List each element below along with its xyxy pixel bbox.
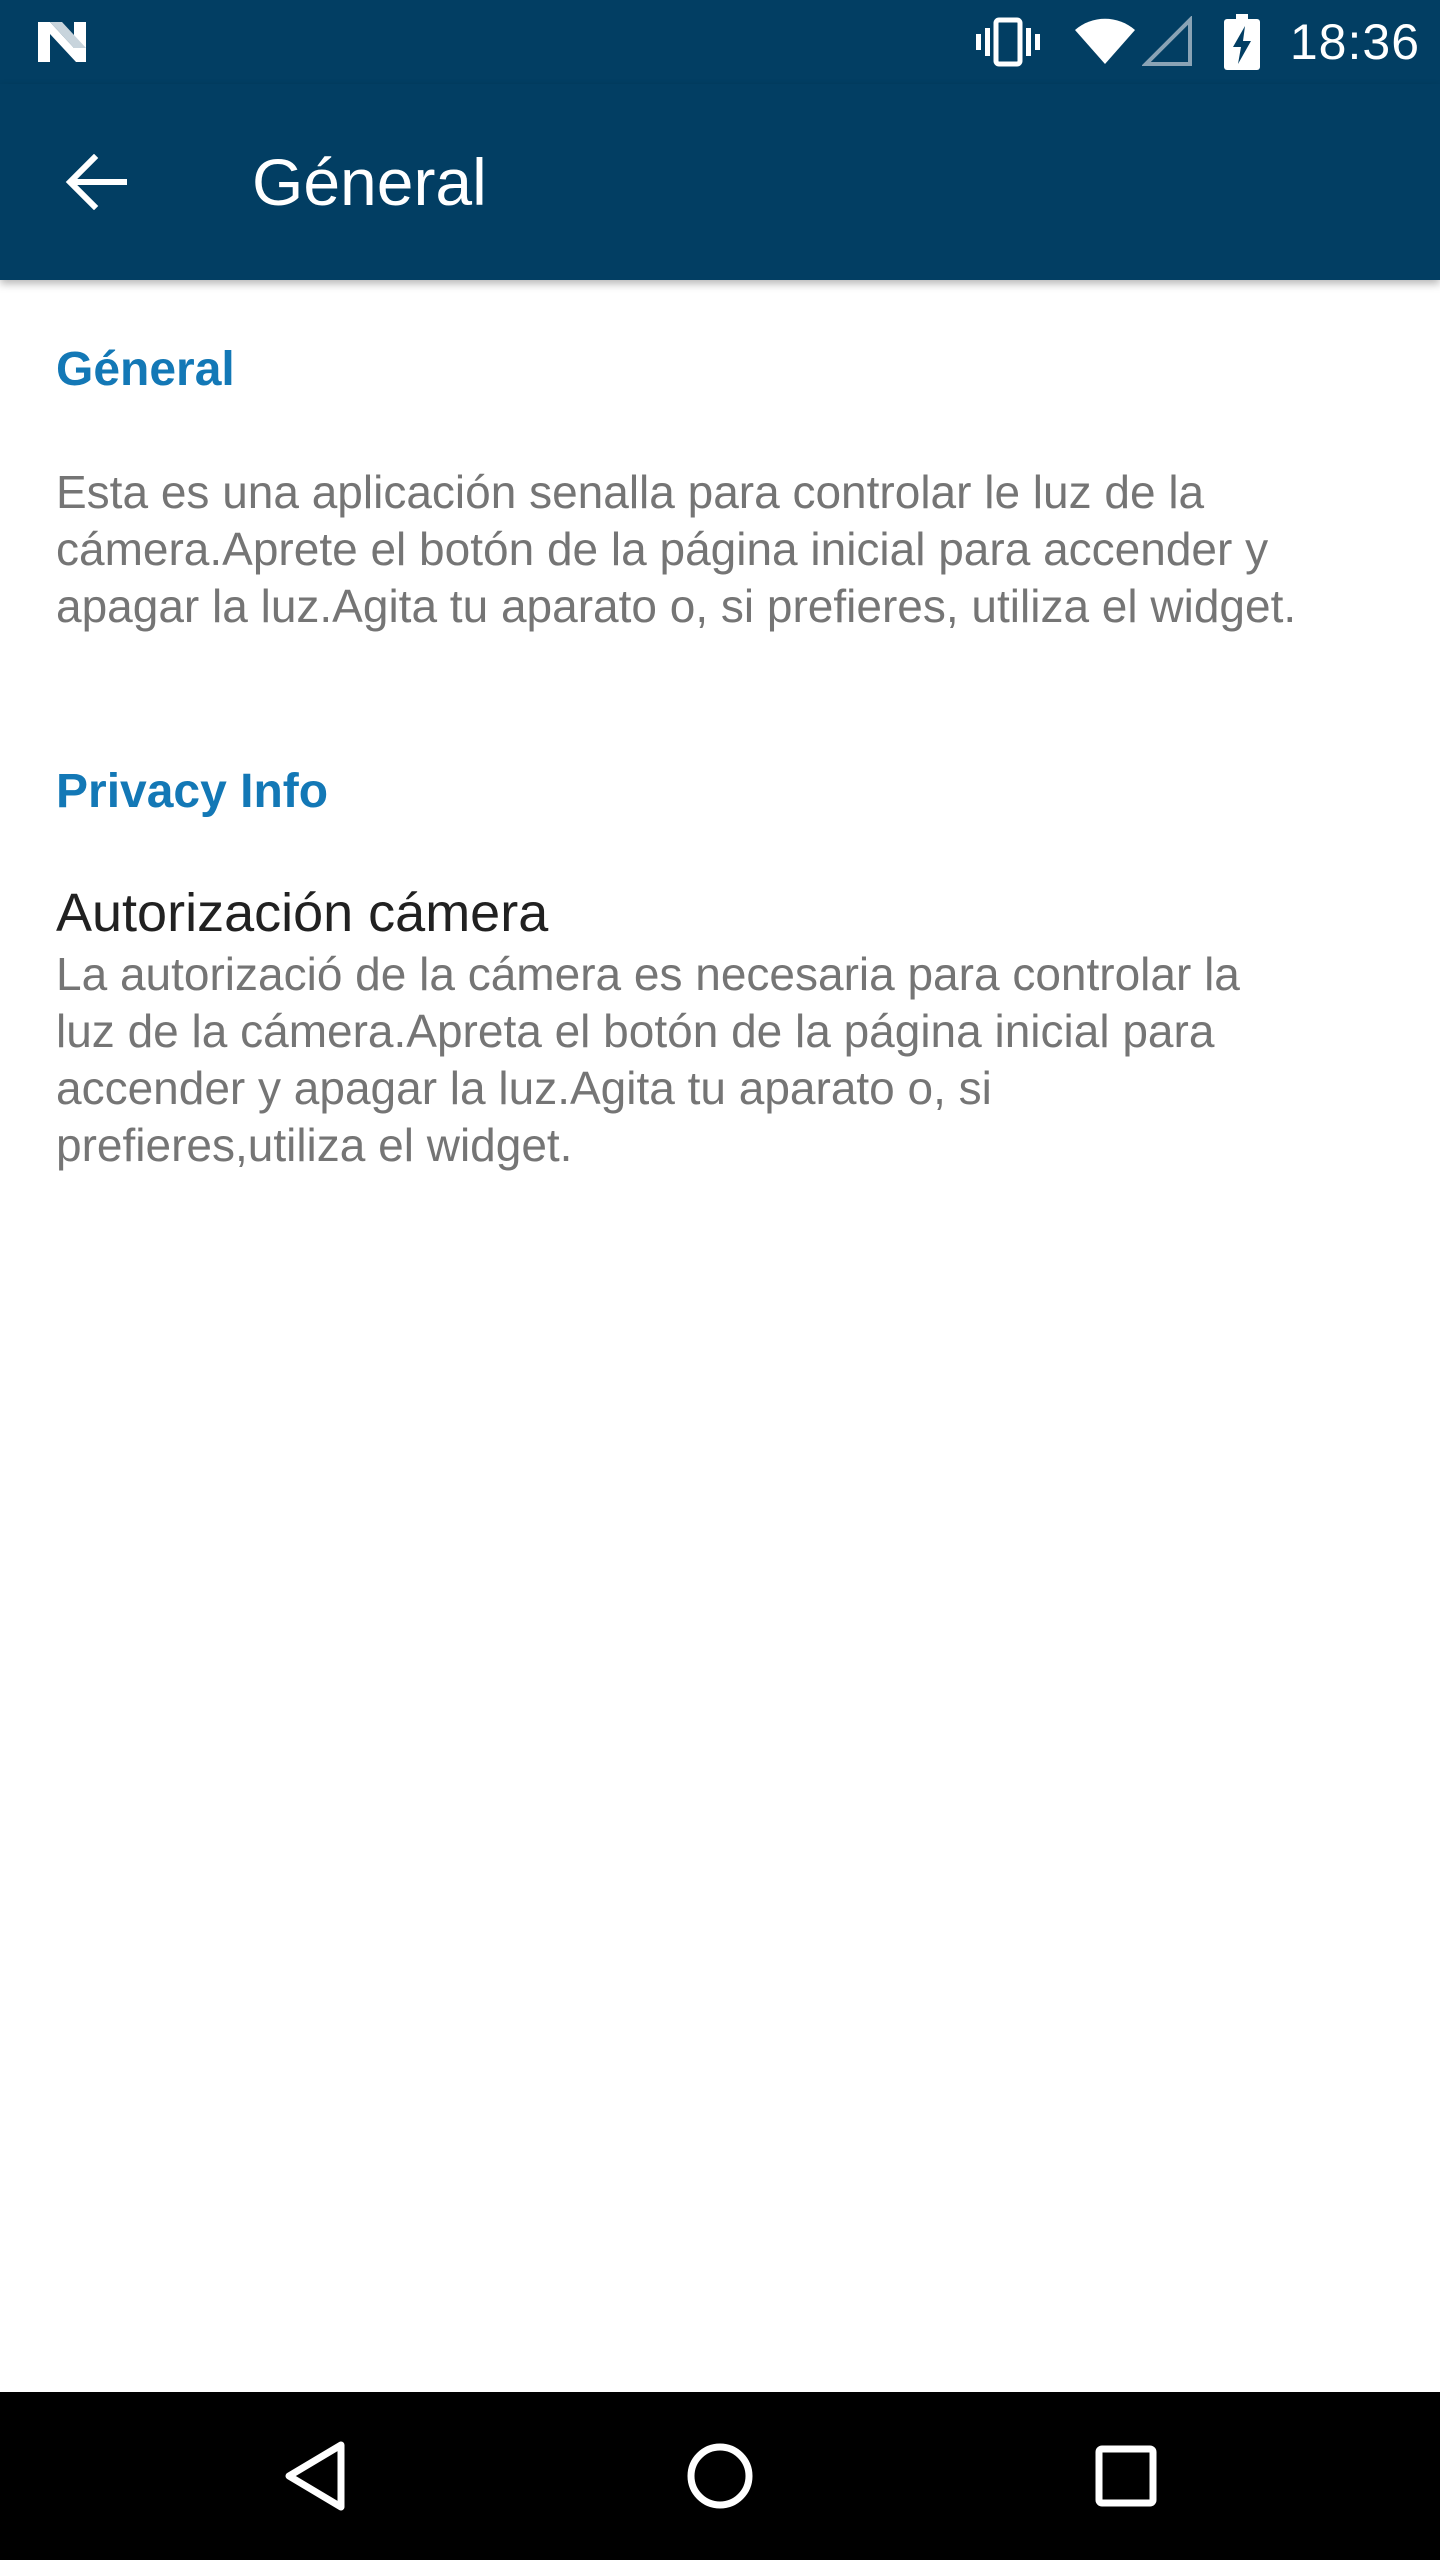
navigation-bar bbox=[0, 2392, 1440, 2560]
status-icons: 18:36 bbox=[975, 0, 1420, 84]
nav-recents-icon bbox=[1095, 2445, 1157, 2507]
battery-charging-icon bbox=[1223, 14, 1260, 70]
general-description: Esta es una aplicación senalla para cont… bbox=[56, 466, 1297, 632]
back-button[interactable] bbox=[48, 134, 144, 230]
nav-recents-button[interactable] bbox=[1066, 2416, 1186, 2536]
status-bar: 18:36 bbox=[0, 0, 1440, 84]
cell-signal-icon bbox=[1141, 16, 1192, 66]
wifi-icon bbox=[1074, 18, 1135, 64]
category-header-privacy: Privacy Info bbox=[56, 765, 329, 818]
screen: 18:36 Géneral Géneral Esta es una aplica… bbox=[0, 0, 1440, 2560]
camera-authorization-title: Autorización cámera bbox=[56, 883, 549, 943]
nav-home-icon bbox=[687, 2443, 753, 2509]
page-title: Géneral bbox=[252, 145, 487, 219]
nav-home-button[interactable] bbox=[660, 2416, 780, 2536]
camera-authorization-summary: La autorizació de la cámera es necesaria… bbox=[56, 948, 1240, 1171]
toolbar: Géneral bbox=[0, 84, 1440, 280]
nav-back-button[interactable] bbox=[256, 2416, 376, 2536]
status-clock: 18:36 bbox=[1289, 14, 1420, 70]
arrow-back-icon bbox=[65, 154, 127, 210]
category-header-general: Géneral bbox=[56, 343, 235, 396]
camera-authorization-item[interactable]: Autorización cámera La autorizació de la… bbox=[0, 880, 1440, 1174]
android-n-icon bbox=[38, 22, 86, 62]
nav-back-icon bbox=[285, 2441, 345, 2511]
vibrate-icon bbox=[975, 17, 1040, 67]
